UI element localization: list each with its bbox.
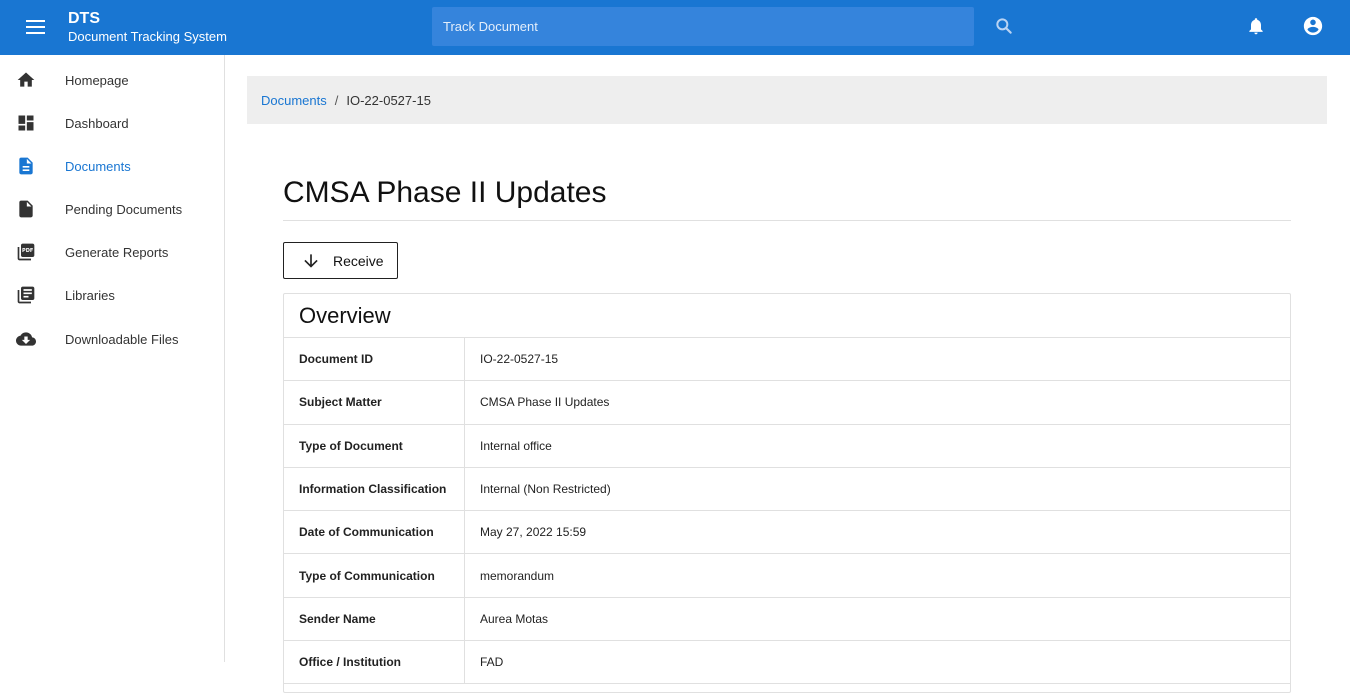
search-box [432, 7, 974, 46]
field-label: Subject Matter [284, 381, 465, 424]
field-value: IO-22-0527-15 [480, 352, 559, 367]
field-label: Office / Institution [284, 641, 465, 684]
table-row: Type of Communication memorandum [284, 554, 1290, 598]
library-icon [14, 283, 38, 307]
cloud-download-icon [14, 327, 38, 351]
title-divider [283, 220, 1291, 221]
arrow-down-icon [300, 250, 322, 272]
field-value: May 27, 2022 15:59 [480, 525, 587, 540]
sidebar-item-label: Generate Reports [65, 244, 169, 260]
field-value: Internal office [480, 438, 552, 453]
dashboard-icon [14, 111, 38, 135]
sidebar-item-label: Dashboard [65, 115, 129, 131]
app-subtitle: Document Tracking System [68, 29, 227, 44]
table-row: Subject Matter CMSA Phase II Updates [284, 381, 1290, 425]
sidebar-item-pending-documents[interactable]: Pending Documents [0, 189, 224, 229]
field-value: CMSA Phase II Updates [480, 395, 610, 410]
breadcrumb-current: IO-22-0527-15 [346, 92, 431, 108]
breadcrumb: Documents / IO-22-0527-15 [247, 76, 1327, 124]
sidebar-item-downloadable-files[interactable]: Downloadable Files [0, 319, 224, 359]
table-row: Office / Institution FAD [284, 641, 1290, 685]
field-label: Date of Communication [284, 511, 465, 554]
brand: DTS Document Tracking System [68, 10, 227, 45]
overview-heading: Overview [284, 294, 1290, 338]
search-input[interactable] [443, 19, 974, 34]
sidebar-item-homepage[interactable]: Homepage [0, 60, 224, 100]
sidebar-item-documents[interactable]: Documents [0, 146, 224, 186]
table-row: Sender Name Aurea Motas [284, 597, 1290, 642]
field-label: Information Classification [284, 467, 465, 511]
sidebar: Homepage Dashboard Documents Pending Doc… [0, 55, 225, 662]
page-title: CMSA Phase II Updates [283, 176, 607, 209]
field-label: Type of Communication [284, 554, 465, 597]
table-row: Document ID IO-22-0527-15 [284, 338, 1290, 382]
receive-button[interactable]: Receive [283, 242, 398, 279]
sidebar-item-label: Documents [65, 158, 131, 174]
field-value: memorandum [480, 568, 555, 583]
menu-icon[interactable] [18, 13, 54, 41]
breadcrumb-link-documents[interactable]: Documents [261, 93, 327, 108]
sidebar-item-label: Homepage [65, 72, 129, 88]
field-label: Type of Document [284, 424, 465, 467]
field-value: Internal (Non Restricted) [480, 482, 611, 497]
table-row: Type of Document Internal office [284, 424, 1290, 468]
field-value: Aurea Motas [480, 611, 549, 626]
sidebar-item-label: Pending Documents [65, 201, 183, 217]
file-icon [14, 197, 38, 221]
document-icon [14, 154, 38, 178]
sidebar-item-generate-reports[interactable]: PDF Generate Reports [0, 232, 224, 272]
home-icon [14, 68, 38, 92]
svg-text:PDF: PDF [22, 248, 33, 254]
bell-icon[interactable] [1244, 14, 1268, 38]
table-row: Date of Communication May 27, 2022 15:59 [284, 511, 1290, 555]
field-label: Sender Name [284, 597, 465, 641]
search-icon[interactable] [992, 14, 1016, 38]
table-row: Information Classification Internal (Non… [284, 467, 1290, 512]
app-bar: DTS Document Tracking System [0, 0, 1350, 55]
sidebar-item-label: Downloadable Files [65, 331, 179, 347]
sidebar-item-libraries[interactable]: Libraries [0, 275, 224, 315]
app-title: DTS [68, 10, 100, 27]
breadcrumb-separator: / [334, 92, 339, 108]
field-value: FAD [480, 655, 504, 670]
account-circle-icon[interactable] [1301, 14, 1325, 38]
sidebar-item-dashboard[interactable]: Dashboard [0, 103, 224, 143]
field-label: Document ID [284, 338, 465, 381]
sidebar-item-label: Libraries [65, 287, 115, 303]
pdf-icon: PDF [14, 240, 38, 264]
overview-card: Overview Document ID IO-22-0527-15 Subje… [283, 293, 1291, 693]
receive-button-label: Receive [333, 252, 384, 269]
